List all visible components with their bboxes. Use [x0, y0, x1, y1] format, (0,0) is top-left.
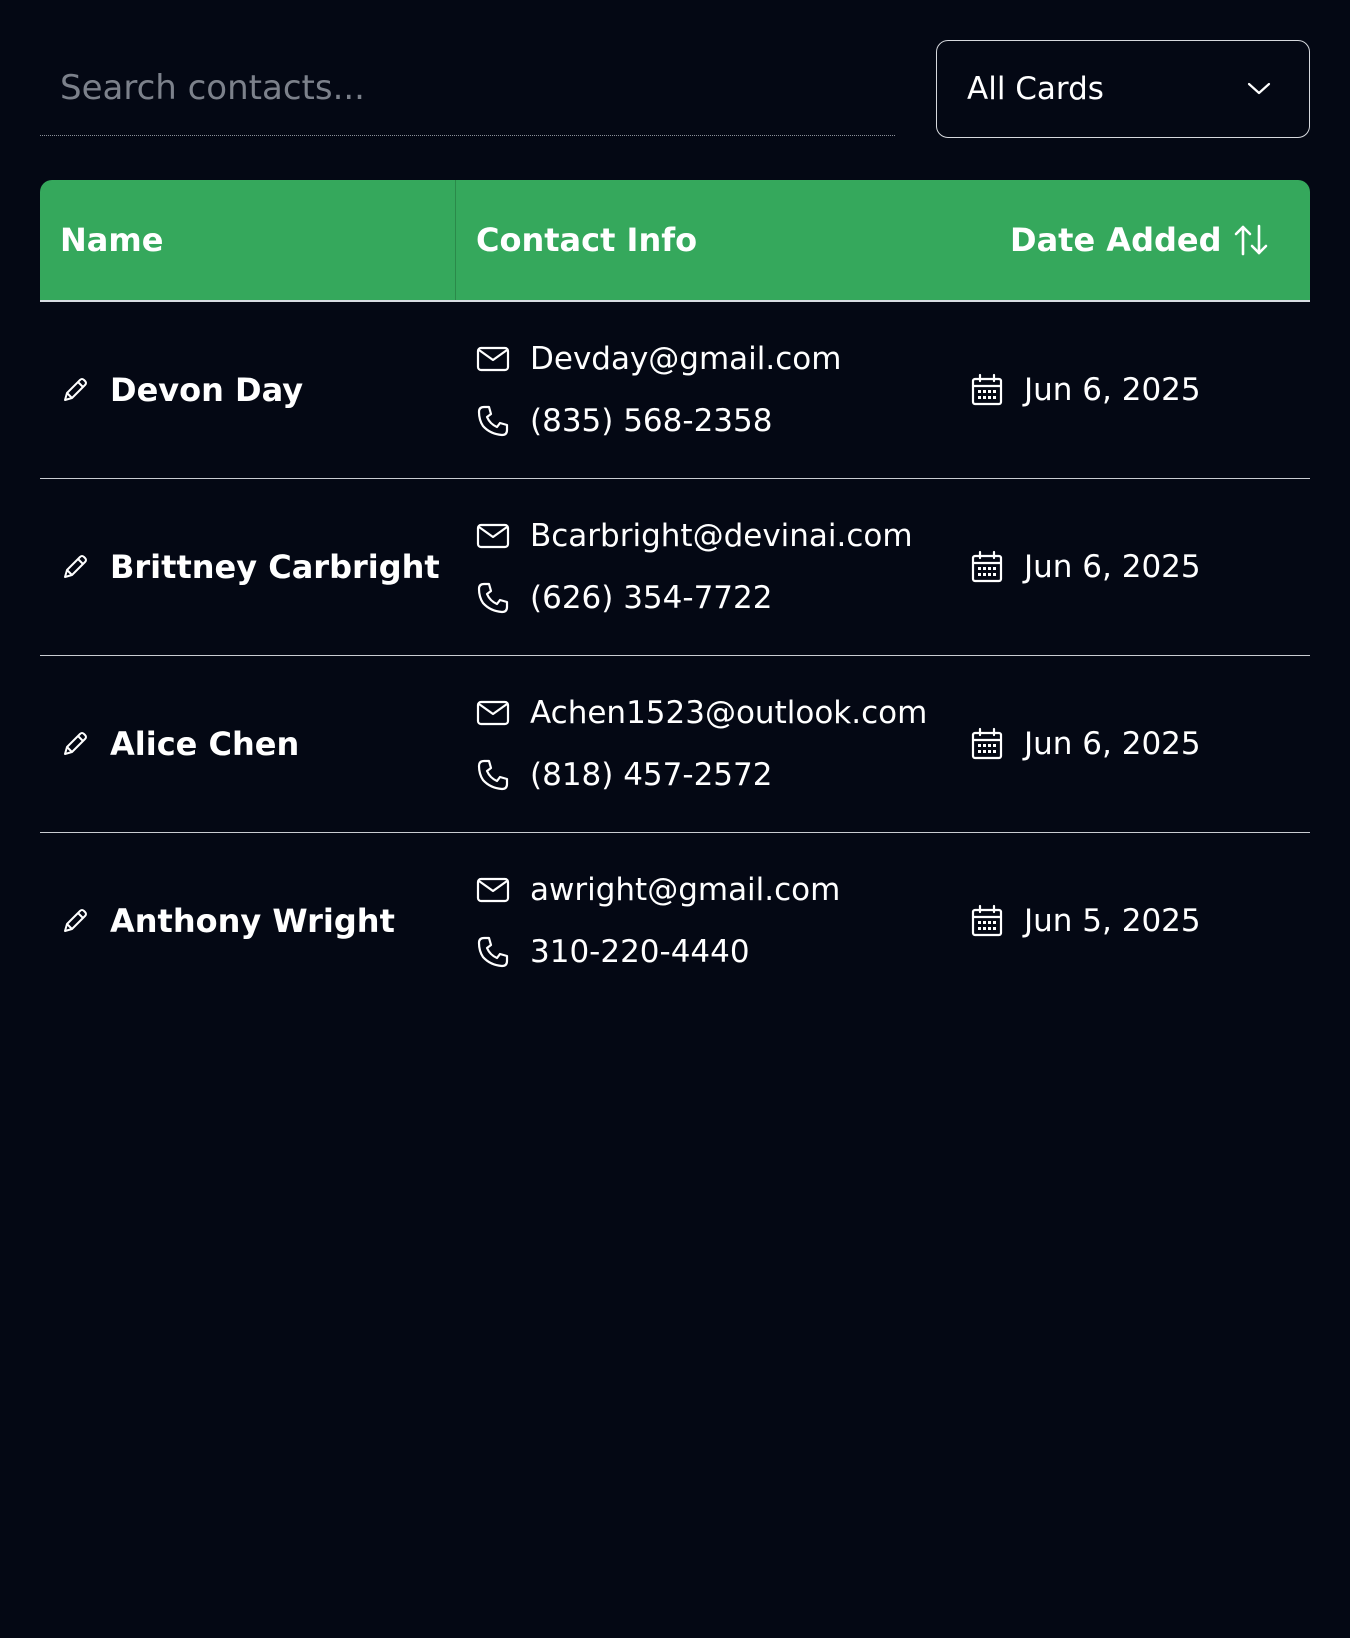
phone-icon: [476, 935, 510, 969]
header-date-added[interactable]: Date Added: [956, 221, 1310, 259]
sort-arrows-icon[interactable]: [1233, 223, 1269, 257]
phone-line: (818) 457-2572: [476, 744, 956, 806]
pencil-icon[interactable]: [60, 729, 90, 759]
search-container: [40, 40, 895, 136]
contact-email[interactable]: awright@gmail.com: [530, 872, 840, 908]
calendar-icon: [970, 727, 1004, 761]
phone-line: (835) 568-2358: [476, 390, 956, 452]
contact-info-cell: Devday@gmail.com (835) 568-2358: [456, 328, 956, 452]
contacts-page: All Cards Name Contact Info Date Added: [0, 0, 1350, 1638]
contact-phone[interactable]: (818) 457-2572: [530, 757, 772, 793]
contacts-table: Name Contact Info Date Added Devon Day D…: [40, 180, 1310, 1009]
phone-line: 310-220-4440: [476, 921, 956, 983]
card-filter-select[interactable]: All Cards: [936, 40, 1310, 138]
date-added: Jun 6, 2025: [1024, 726, 1201, 762]
date-cell: Jun 5, 2025: [956, 903, 1310, 939]
date-cell: Jun 6, 2025: [956, 372, 1310, 408]
email-line: Bcarbright@devinai.com: [476, 505, 956, 567]
calendar-icon: [970, 904, 1004, 938]
pencil-icon[interactable]: [60, 552, 90, 582]
name-cell: Brittney Carbright: [40, 548, 456, 586]
pencil-icon[interactable]: [60, 906, 90, 936]
name-cell: Alice Chen: [40, 725, 456, 763]
date-added: Jun 5, 2025: [1024, 903, 1201, 939]
phone-line: (626) 354-7722: [476, 567, 956, 629]
email-line: Achen1523@outlook.com: [476, 682, 956, 744]
calendar-icon: [970, 550, 1004, 584]
table-row: Alice Chen Achen1523@outlook.com (818) 4…: [40, 656, 1310, 833]
contact-email[interactable]: Achen1523@outlook.com: [530, 695, 927, 731]
contact-email[interactable]: Bcarbright@devinai.com: [530, 518, 913, 554]
card-filter-value: All Cards: [967, 71, 1104, 107]
contact-email[interactable]: Devday@gmail.com: [530, 341, 841, 377]
date-cell: Jun 6, 2025: [956, 549, 1310, 585]
email-line: Devday@gmail.com: [476, 328, 956, 390]
contact-name: Brittney Carbright: [110, 548, 440, 586]
table-body: Devon Day Devday@gmail.com (835) 568-235…: [40, 302, 1310, 1009]
table-row: Devon Day Devday@gmail.com (835) 568-235…: [40, 302, 1310, 479]
contact-info-cell: awright@gmail.com 310-220-4440: [456, 859, 956, 983]
calendar-icon: [970, 373, 1004, 407]
contact-name: Devon Day: [110, 371, 304, 409]
contact-name: Anthony Wright: [110, 902, 395, 940]
date-cell: Jun 6, 2025: [956, 726, 1310, 762]
name-cell: Devon Day: [40, 371, 456, 409]
chevron-down-icon: [1245, 75, 1273, 103]
contact-phone[interactable]: (835) 568-2358: [530, 403, 772, 439]
name-cell: Anthony Wright: [40, 902, 456, 940]
phone-icon: [476, 404, 510, 438]
table-row: Brittney Carbright Bcarbright@devinai.co…: [40, 479, 1310, 656]
header-contact-info: Contact Info: [476, 221, 698, 259]
table-header: Name Contact Info Date Added: [40, 180, 1310, 302]
contact-phone[interactable]: (626) 354-7722: [530, 580, 772, 616]
date-added: Jun 6, 2025: [1024, 372, 1201, 408]
date-added: Jun 6, 2025: [1024, 549, 1201, 585]
contact-phone[interactable]: 310-220-4440: [530, 934, 750, 970]
pencil-icon[interactable]: [60, 375, 90, 405]
mail-icon: [476, 519, 510, 553]
phone-icon: [476, 758, 510, 792]
mail-icon: [476, 873, 510, 907]
phone-icon: [476, 581, 510, 615]
contact-info-cell: Bcarbright@devinai.com (626) 354-7722: [456, 505, 956, 629]
table-row: Anthony Wright awright@gmail.com 310-220…: [40, 833, 1310, 1009]
mail-icon: [476, 342, 510, 376]
toolbar: All Cards: [40, 40, 1310, 140]
header-date-label: Date Added: [1010, 221, 1222, 259]
mail-icon: [476, 696, 510, 730]
contact-name: Alice Chen: [110, 725, 300, 763]
email-line: awright@gmail.com: [476, 859, 956, 921]
header-name: Name: [40, 180, 456, 300]
contact-info-cell: Achen1523@outlook.com (818) 457-2572: [456, 682, 956, 806]
search-input[interactable]: [40, 40, 895, 135]
